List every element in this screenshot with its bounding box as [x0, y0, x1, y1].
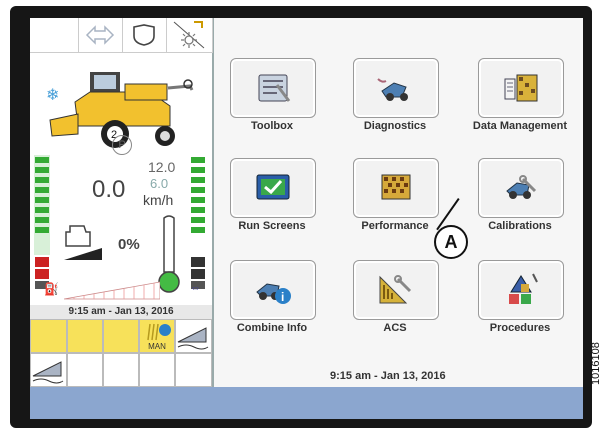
- callout-a: A: [434, 225, 468, 259]
- man-label: MAN: [148, 342, 166, 351]
- main-timestamp: 9:15 am - Jan 13, 2016: [330, 370, 446, 382]
- performance-grid-icon: [381, 174, 411, 200]
- data-management-label: Data Management: [472, 120, 568, 132]
- speed-set-label: 6.0: [150, 176, 169, 191]
- procedures-label: Procedures: [489, 322, 551, 334]
- combine-info-button[interactable]: i: [230, 260, 316, 320]
- toolbox-icon: [258, 74, 291, 102]
- left-timestamp: 9:15 am - Jan 13, 2016: [30, 305, 212, 319]
- diagnostics-button[interactable]: [353, 58, 439, 118]
- grid-cell: [175, 353, 212, 387]
- svg-text:i: i: [281, 290, 284, 304]
- toolbox-label: Toolbox: [251, 120, 293, 132]
- diagnostics-icon: [377, 78, 408, 101]
- grid-cell: [30, 319, 67, 353]
- toolbox-button[interactable]: [230, 58, 316, 118]
- document-id: 1016108: [590, 342, 602, 385]
- bottom-status-bar: [30, 387, 583, 419]
- performance-button[interactable]: [353, 158, 439, 218]
- procedures-icon: [509, 273, 538, 304]
- field-status-grid: MAN: [30, 319, 212, 387]
- calibrations-label: Calibrations: [488, 220, 552, 232]
- diagnostics-label: Diagnostics: [363, 120, 427, 132]
- data-management-button[interactable]: [478, 58, 564, 118]
- acs-button[interactable]: [353, 260, 439, 320]
- acs-icon: [379, 275, 412, 304]
- header-tilt-icon[interactable]: [30, 353, 67, 387]
- right-green-gauge: [190, 155, 206, 255]
- run-screens-label: Run Screens: [238, 220, 306, 232]
- engine-load-icon: [62, 222, 108, 267]
- run-screens-button[interactable]: [230, 158, 316, 218]
- combine-info-label: Combine Info: [236, 322, 308, 334]
- checkmark-screen-icon: [256, 174, 290, 200]
- screen: ❄ 2 P 12.0 6.0 0.0 km/h 0% ⛽ ⇔ 9:15 am -…: [30, 18, 583, 387]
- acs-label: ACS: [383, 322, 407, 334]
- park-indicator: P: [112, 135, 132, 155]
- top-icon-row: [30, 18, 213, 54]
- sun-brightness-icon[interactable]: [166, 18, 213, 53]
- grid-cell: [103, 319, 139, 353]
- header-man-icon[interactable]: MAN: [139, 319, 175, 353]
- speed-max-label: 12.0: [148, 159, 176, 175]
- grid-cell: [103, 353, 139, 387]
- fuel-icon: ⛽: [44, 282, 59, 296]
- left-status-panel: ❄ 2 P 12.0 6.0 0.0 km/h 0% ⛽ ⇔ 9:15 am -…: [30, 18, 214, 387]
- unload-icon[interactable]: ⇔: [190, 282, 201, 294]
- shield-icon[interactable]: [122, 18, 167, 53]
- blank-cell: [30, 18, 79, 53]
- data-management-icon: [504, 74, 538, 102]
- combine-info-icon: i: [256, 283, 291, 304]
- calibrations-button[interactable]: [478, 158, 564, 218]
- diamond-arrows-icon[interactable]: [78, 18, 123, 53]
- calibrations-icon: [506, 175, 537, 199]
- engine-load-percent: 0%: [118, 236, 140, 253]
- procedures-button[interactable]: [478, 260, 564, 320]
- fuel-level-ramp: [63, 280, 161, 305]
- svg-text:❄: ❄: [46, 87, 59, 104]
- grid-cell: [67, 353, 103, 387]
- grid-cell: [139, 353, 175, 387]
- left-green-gauge: [34, 155, 50, 255]
- speed-unit: km/h: [143, 192, 174, 208]
- grid-cell: [67, 319, 103, 353]
- ground-speed-value: 0.0: [92, 176, 126, 203]
